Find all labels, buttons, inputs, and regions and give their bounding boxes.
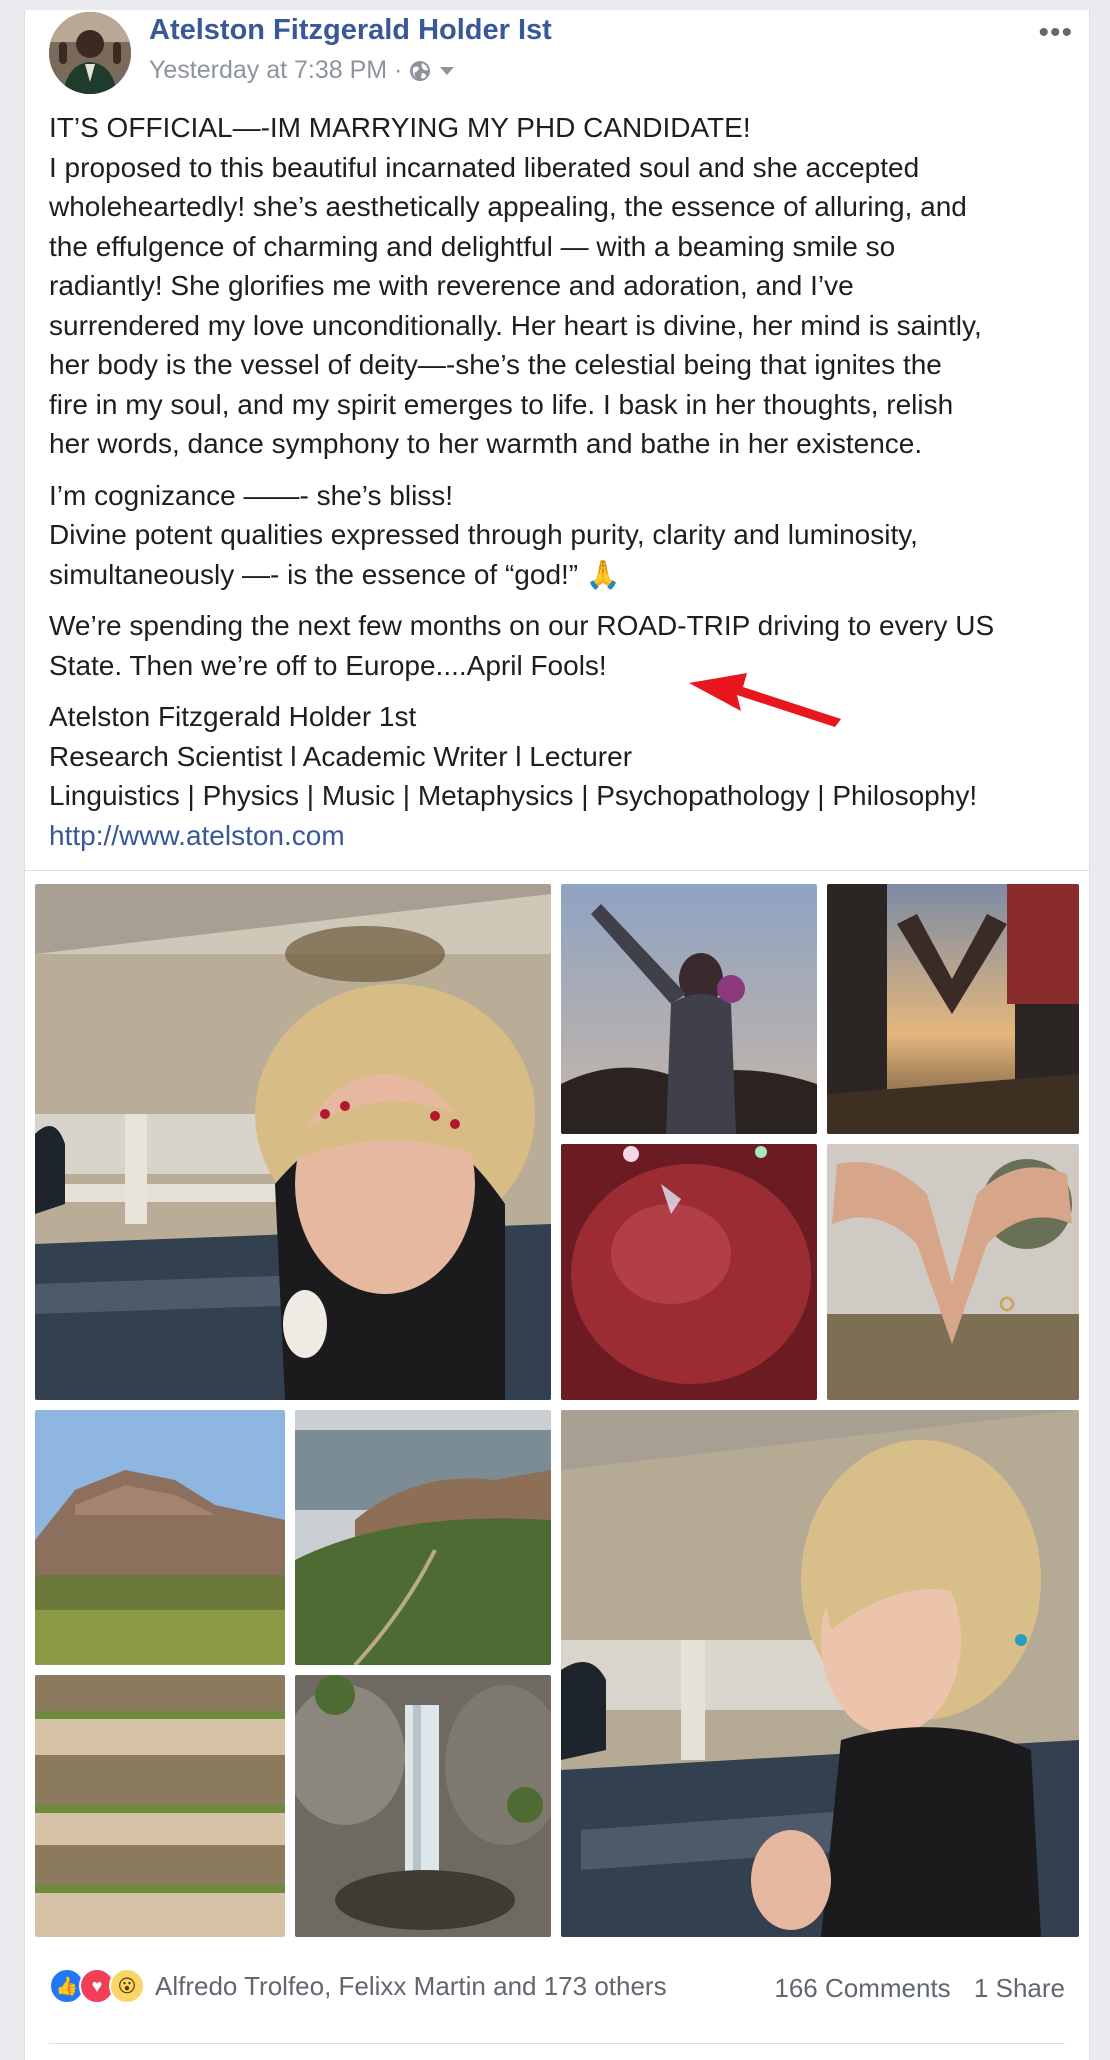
text-line: the effulgence of charming and delightfu…: [49, 230, 896, 262]
post-timestamp[interactable]: Yesterday at 7:38 PM ·: [149, 56, 402, 85]
text-line: I proposed to this beautiful incarnated …: [49, 151, 920, 183]
text-line: her body is the vessel of deity—-she’s t…: [49, 349, 942, 380]
photo-hands-heart-ring[interactable]: [827, 1144, 1079, 1400]
annotation-arrow-icon: [689, 673, 841, 727]
globe-icon: [410, 60, 431, 81]
post-card: Atelston Fitzgerald Holder Ist Yesterday…: [24, 10, 1090, 2060]
author-name[interactable]: Atelston Fitzgerald Holder Ist: [149, 14, 552, 47]
engagement-counts: 166 Comments 1 Share: [758, 1973, 1065, 2004]
text-line: Linguistics | Physics | Music | Metaphys…: [49, 780, 978, 811]
divider: [49, 2043, 1065, 2044]
post-paragraph-3: We’re spending the next few months on ou…: [49, 606, 1079, 685]
website-link[interactable]: http://www.atelston.com: [49, 816, 1079, 856]
text-line: I’m cognizance ——- she’s bliss!: [49, 479, 454, 511]
photo-wooden-steps-love[interactable]: [35, 1675, 285, 1937]
photo-couple-on-hill-at-dusk[interactable]: [561, 884, 817, 1134]
text-line: Divine potent qualities expressed throug…: [49, 519, 918, 550]
post-paragraph-4: Atelston Fitzgerald Holder 1st Research …: [49, 697, 1079, 855]
reactions-summary[interactable]: 👍 ♥ 😮 Alfredo Trolfeo, Felixx Martin and…: [49, 1968, 667, 2004]
text-line: IT’S OFFICIAL—-IM MARRYING MY PHD CANDID…: [49, 112, 751, 143]
photo-hands-heart-sunset[interactable]: [827, 884, 1079, 1134]
author-avatar[interactable]: [49, 12, 131, 94]
text-line: surrendered my love unconditionally. Her…: [49, 309, 982, 341]
photo-woman-covering-face-in-car[interactable]: [35, 884, 551, 1400]
text-line: Research Scientist l Academic Writer l L…: [49, 740, 633, 772]
post-meta: Yesterday at 7:38 PM ·: [149, 56, 456, 85]
photo-coastal-cliffs[interactable]: [295, 1410, 551, 1665]
text-line: We’re spending the next few months on ou…: [49, 610, 995, 641]
post-body: IT’S OFFICIAL—-IM MARRYING MY PHD CANDID…: [49, 108, 1079, 867]
reactions-text: Alfredo Trolfeo, Felixx Martin and 173 o…: [155, 1970, 667, 2001]
text-line: State. Then we’re off to Europe....April…: [49, 649, 607, 681]
photo-red-blurry[interactable]: [561, 1144, 817, 1400]
audience-dropdown-icon[interactable]: [438, 65, 456, 77]
post-paragraph-2: I’m cognizance ——- she’s bliss! Divine p…: [49, 476, 1079, 595]
more-options-icon[interactable]: •••: [1038, 16, 1073, 50]
shares-count[interactable]: 1 Share: [974, 1973, 1065, 2003]
text-line: fire in my soul, and my spirit emerges t…: [49, 388, 954, 420]
photo-waterfall[interactable]: [295, 1675, 551, 1937]
feed-background: [0, 0, 1110, 10]
text-line: her words, dance symphony to her warmth …: [49, 428, 923, 459]
text-line: radiantly! She glorifies me with reveren…: [49, 270, 854, 301]
wow-icon: 😮: [109, 1968, 145, 2004]
photo-mesa-landscape[interactable]: [35, 1410, 285, 1665]
post-paragraph-1: IT’S OFFICIAL—-IM MARRYING MY PHD CANDID…: [49, 108, 1079, 464]
text-line: wholeheartedly! she’s aesthetically appe…: [49, 191, 967, 222]
comments-count[interactable]: 166 Comments: [774, 1973, 950, 2003]
photo-woman-smiling-in-car[interactable]: [561, 1410, 1079, 1937]
text-line: Atelston Fitzgerald Holder 1st: [49, 701, 417, 732]
text-line: simultaneously —- is the essence of “god…: [49, 558, 621, 590]
divider: [25, 870, 1089, 871]
